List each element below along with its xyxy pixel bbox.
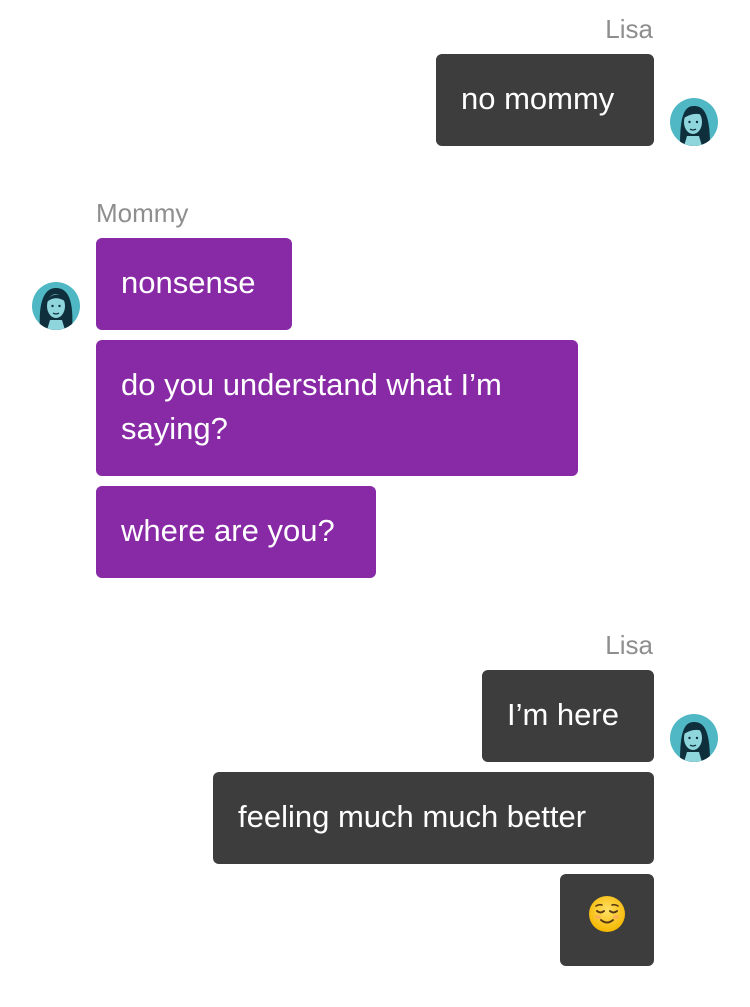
relieved-face-emoji-icon [588, 895, 626, 945]
message-bubble[interactable]: feeling much much better [213, 772, 654, 864]
avatar-portrait-icon [670, 98, 718, 146]
avatar-portrait-icon [670, 714, 718, 762]
message-bubble-emoji[interactable]: 😌 [560, 874, 654, 966]
message-bubble[interactable]: no mommy [436, 54, 654, 146]
message-bubble[interactable]: nonsense [96, 238, 292, 330]
avatar-lisa[interactable] [670, 98, 718, 146]
avatar-lisa[interactable] [670, 714, 718, 762]
message-bubble[interactable]: do you understand what I’m saying? [96, 340, 578, 476]
sender-name-lisa: Lisa [605, 14, 653, 44]
avatar-portrait-icon [32, 282, 80, 330]
message-bubble[interactable]: I’m here [482, 670, 654, 762]
message-bubble[interactable]: where are you? [96, 486, 376, 578]
sender-name-lisa: Lisa [605, 630, 653, 660]
avatar-mommy[interactable] [32, 282, 80, 330]
sender-name-mommy: Mommy [96, 198, 189, 228]
